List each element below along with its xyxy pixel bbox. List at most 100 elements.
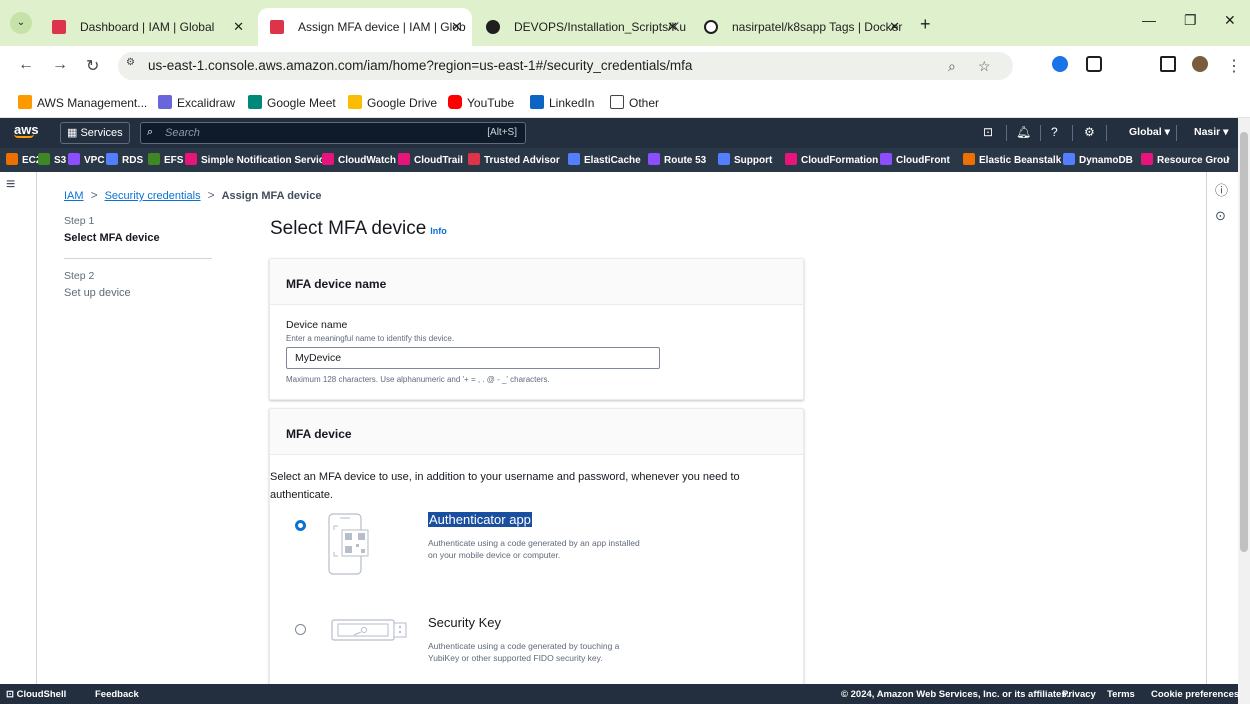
fav-trusted-advisor[interactable]: Trusted Advisor bbox=[468, 153, 560, 166]
vpc-icon bbox=[68, 153, 80, 165]
fav-efs[interactable]: EFS bbox=[148, 153, 183, 166]
tab-dashboard-iam[interactable]: Dashboard | IAM | Global ✕ bbox=[40, 8, 254, 46]
fav-support[interactable]: Support bbox=[718, 153, 772, 166]
fav-dynamodb[interactable]: DynamoDB bbox=[1063, 153, 1133, 166]
docker-icon bbox=[704, 20, 718, 34]
profile-avatar[interactable] bbox=[1192, 56, 1208, 72]
side-panel-icon[interactable] bbox=[1160, 56, 1176, 72]
copyright-text: © 2024, Amazon Web Services, Inc. or its… bbox=[841, 689, 1070, 700]
authenticator-app-radio[interactable] bbox=[295, 520, 306, 531]
security-key-desc-line-2: YubiKey or other supported FIDO security… bbox=[428, 653, 603, 663]
fav-cloudfront[interactable]: CloudFront bbox=[880, 153, 950, 166]
close-window-icon[interactable]: ✕ bbox=[1224, 12, 1236, 29]
side-nav-divider bbox=[36, 172, 37, 684]
new-tab-button[interactable]: + bbox=[920, 14, 931, 35]
terms-link[interactable]: Terms bbox=[1107, 689, 1135, 700]
folder-icon bbox=[610, 95, 624, 109]
hamburger-menu-icon[interactable]: ≡ bbox=[6, 176, 15, 194]
help-panel-icon[interactable]: ⊙ bbox=[1215, 208, 1226, 224]
tab-assign-mfa[interactable]: Assign MFA device | IAM | Glob ✕ bbox=[258, 8, 472, 46]
bookmark-google-meet[interactable]: Google Meet bbox=[248, 95, 336, 110]
google-meet-icon bbox=[248, 95, 262, 109]
security-key-icon bbox=[331, 619, 407, 641]
tab-github[interactable]: DEVOPS/Installation_Scripts/Ku ✕ bbox=[474, 8, 688, 46]
bookmark-aws-management[interactable]: AWS Management... bbox=[18, 95, 147, 110]
minimize-icon[interactable]: — bbox=[1142, 12, 1156, 28]
security-key-title[interactable]: Security Key bbox=[428, 615, 501, 630]
privacy-link[interactable]: Privacy bbox=[1062, 689, 1096, 700]
cloudshell-icon[interactable]: ⊡ bbox=[983, 125, 993, 139]
favorites-scroll-right-icon[interactable]: › bbox=[1226, 151, 1230, 165]
fav-elasticache[interactable]: ElastiCache bbox=[568, 153, 641, 166]
google-drive-icon bbox=[348, 95, 362, 109]
tab-docker[interactable]: nasirpatel/k8sapp Tags | Docker ✕ bbox=[692, 8, 910, 46]
info-link[interactable]: Info bbox=[430, 226, 447, 236]
bookmark-google-drive[interactable]: Google Drive bbox=[348, 95, 437, 110]
authenticator-app-title[interactable]: Authenticator app bbox=[428, 512, 532, 527]
browser-menu-icon[interactable]: ⋮ bbox=[1226, 56, 1242, 76]
mfa-device-description: Select an MFA device to use, in addition… bbox=[270, 471, 740, 501]
feedback-link[interactable]: Feedback bbox=[95, 689, 139, 700]
device-name-input[interactable] bbox=[286, 347, 660, 369]
forward-icon[interactable]: → bbox=[52, 56, 68, 74]
cookie-preferences-link[interactable]: Cookie preferences bbox=[1151, 689, 1239, 700]
cloudshell-link[interactable]: ⊡ CloudShell bbox=[6, 689, 66, 700]
site-info-icon[interactable]: ⚙ bbox=[126, 57, 142, 73]
scrollbar-thumb[interactable] bbox=[1240, 132, 1248, 552]
close-tab-icon[interactable]: ✕ bbox=[451, 8, 462, 46]
step-2-title: Set up device bbox=[64, 287, 131, 299]
s3-icon bbox=[38, 153, 50, 165]
fav-cloudformation[interactable]: CloudFormation bbox=[785, 153, 878, 166]
security-key-desc-line-1: Authenticate using a code generated by t… bbox=[428, 641, 620, 651]
settings-gear-icon[interactable]: ⚙ bbox=[1084, 125, 1095, 139]
zoom-icon[interactable]: ⌕ bbox=[948, 58, 956, 75]
notifications-bell-icon[interactable]: 🔔︎ bbox=[1016, 125, 1031, 139]
url-omnibox[interactable]: ⚙ us-east-1.console.aws.amazon.com/iam/h… bbox=[118, 52, 1013, 80]
sns-icon bbox=[185, 153, 197, 165]
url-text[interactable]: us-east-1.console.aws.amazon.com/iam/hom… bbox=[148, 58, 692, 73]
region-selector[interactable]: Global ▾ bbox=[1129, 126, 1170, 138]
divider bbox=[1072, 125, 1073, 141]
help-icon[interactable]: ? bbox=[1051, 125, 1058, 139]
bookmark-youtube[interactable]: YouTube bbox=[448, 95, 514, 110]
resource-groups-icon bbox=[1141, 153, 1153, 165]
bookmark-excalidraw[interactable]: Excalidraw bbox=[158, 95, 235, 110]
aws-iam-favicon-icon bbox=[270, 20, 284, 34]
aws-bookmark-icon bbox=[18, 95, 32, 109]
close-tab-icon[interactable]: ✕ bbox=[667, 8, 678, 46]
security-key-radio[interactable] bbox=[295, 624, 306, 635]
bookmark-linkedin[interactable]: LinkedIn bbox=[530, 95, 594, 110]
back-icon[interactable]: ← bbox=[18, 56, 34, 74]
fav-vpc[interactable]: VPC bbox=[68, 153, 105, 166]
extension-icon[interactable] bbox=[1052, 56, 1068, 72]
extensions-puzzle-icon[interactable] bbox=[1086, 56, 1102, 72]
fav-ec2[interactable]: EC2 bbox=[6, 153, 41, 166]
fav-s3[interactable]: S3 bbox=[38, 153, 66, 166]
console-search[interactable]: ⌕ [Alt+S] bbox=[140, 122, 526, 144]
fav-cloudwatch[interactable]: CloudWatch bbox=[322, 153, 396, 166]
fav-resource-groups[interactable]: Resource Grou bbox=[1141, 153, 1229, 166]
info-panel-icon[interactable]: ⓘ bbox=[1215, 180, 1228, 199]
fav-rds[interactable]: RDS bbox=[106, 153, 143, 166]
aws-logo[interactable]: aws bbox=[14, 122, 39, 138]
bookmark-folder-other[interactable]: Other bbox=[610, 95, 659, 110]
restore-icon[interactable]: ❐ bbox=[1184, 12, 1197, 29]
close-tab-icon[interactable]: ✕ bbox=[889, 8, 900, 46]
breadcrumb-security-credentials-link[interactable]: Security credentials bbox=[105, 190, 201, 202]
tab-search-chevron-icon[interactable]: ⌄ bbox=[10, 12, 32, 34]
search-input[interactable] bbox=[165, 126, 465, 140]
fav-sns[interactable]: Simple Notification Service bbox=[185, 153, 330, 166]
browser-tab-bar: ⌄ Dashboard | IAM | Global ✕ Assign MFA … bbox=[0, 0, 1250, 46]
account-menu[interactable]: Nasir ▾ bbox=[1194, 126, 1228, 138]
bookmark-star-icon[interactable]: ☆ bbox=[978, 58, 991, 75]
reload-icon[interactable]: ↻ bbox=[86, 56, 99, 76]
fav-route53[interactable]: Route 53 bbox=[648, 153, 706, 166]
breadcrumb-iam-link[interactable]: IAM bbox=[64, 190, 84, 202]
divider bbox=[1006, 125, 1007, 141]
trusted-advisor-icon bbox=[468, 153, 480, 165]
close-tab-icon[interactable]: ✕ bbox=[233, 8, 244, 46]
fav-cloudtrail[interactable]: CloudTrail bbox=[398, 153, 463, 166]
fav-elastic-beanstalk[interactable]: Elastic Beanstalk bbox=[963, 153, 1061, 166]
elastic-beanstalk-icon bbox=[963, 153, 975, 165]
services-menu-button[interactable]: ▦ Services bbox=[60, 122, 130, 144]
